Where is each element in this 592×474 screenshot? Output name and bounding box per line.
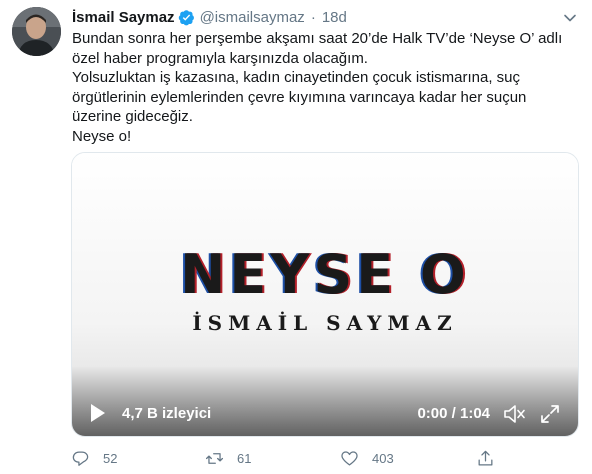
- video-timecode: 0:00 / 1:04: [417, 405, 490, 422]
- tweet-card[interactable]: İsmail Saymaz @ismailsaymaz · 18d Bundan…: [0, 0, 592, 474]
- like-button[interactable]: 403: [340, 447, 394, 469]
- view-count: 4,7 B izleyici: [122, 405, 212, 422]
- reply-count: 52: [103, 450, 118, 466]
- tweet-header: İsmail Saymaz @ismailsaymaz · 18d: [72, 6, 347, 28]
- header-separator: ·: [310, 8, 316, 26]
- like-count: 403: [372, 450, 394, 466]
- video-subtitle: İSMAİL SAYMAZ: [192, 311, 458, 335]
- reply-button[interactable]: 52: [71, 447, 117, 469]
- tweet-actions: 52 61 403: [71, 447, 511, 469]
- heart-icon: [341, 450, 358, 465]
- verified-badge-icon: [178, 9, 195, 26]
- volume-icon[interactable]: [503, 403, 527, 425]
- retweet-icon: [205, 452, 224, 464]
- play-icon[interactable]: [89, 402, 107, 424]
- retweet-count: 61: [237, 450, 252, 466]
- video-title: NEYSE O: [180, 243, 470, 306]
- video-player[interactable]: NEYSE O İSMAİL SAYMAZ 4,7 B izleyici 0:0…: [71, 152, 579, 437]
- avatar[interactable]: [12, 7, 61, 56]
- tweet-text: Bundan sonra her perşembe akşamı saat 20…: [72, 29, 584, 146]
- share-button[interactable]: [476, 447, 495, 469]
- fullscreen-icon[interactable]: [539, 403, 561, 425]
- reply-icon: [72, 451, 89, 466]
- avatar-photo: [12, 7, 61, 56]
- tweet-paragraph: Bundan sonra her perşembe akşamı saat 20…: [72, 30, 563, 67]
- share-icon: [478, 450, 493, 465]
- tweet-paragraph: Yolsuzluktan iş kazasına, kadın cinayeti…: [72, 69, 527, 125]
- author-handle[interactable]: @ismailsaymaz: [200, 9, 305, 26]
- tweet-paragraph: Neyse o!: [72, 127, 132, 145]
- author-name[interactable]: İsmail Saymaz: [72, 9, 175, 26]
- tweet-timestamp[interactable]: 18d: [322, 9, 347, 26]
- video-controls: 4,7 B izleyici 0:00 / 1:04: [72, 392, 578, 436]
- chevron-down-icon[interactable]: [562, 10, 578, 26]
- retweet-button[interactable]: 61: [205, 447, 251, 469]
